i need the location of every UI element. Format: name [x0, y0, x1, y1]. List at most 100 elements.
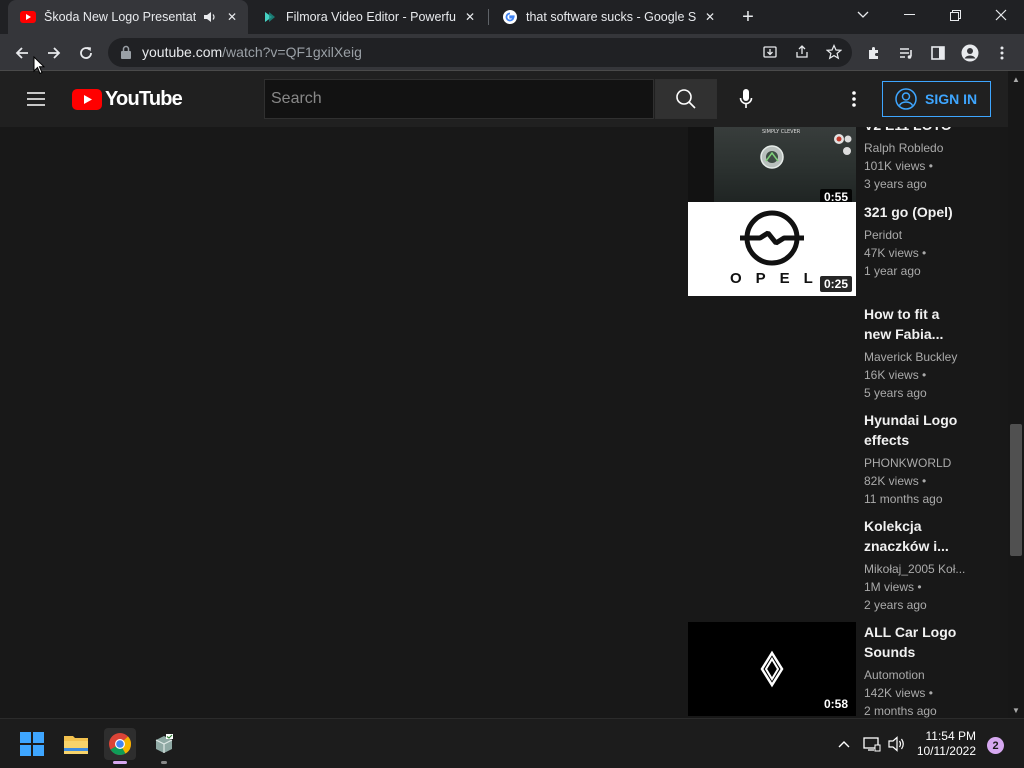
- video-channel[interactable]: Automotion: [864, 666, 968, 684]
- video-thumbnail[interactable]: [688, 410, 856, 504]
- new-tab-button[interactable]: +: [736, 5, 760, 29]
- video-thumbnail[interactable]: [688, 516, 856, 610]
- video-info: Hyundai Logo effects PHONKWORLD 82K view…: [864, 410, 968, 508]
- chrome-taskbar-icon[interactable]: [104, 728, 136, 764]
- video-channel[interactable]: Mikołaj_2005 Koł...: [864, 560, 968, 578]
- youtube-icon: [20, 9, 36, 25]
- share-icon[interactable]: [788, 38, 816, 66]
- file-explorer-icon[interactable]: [60, 728, 92, 760]
- install-app-icon[interactable]: [756, 38, 784, 66]
- google-icon: [502, 9, 518, 25]
- video-age: 2 months ago: [864, 704, 937, 718]
- media-controls-icon[interactable]: [892, 39, 920, 67]
- bookmark-star-icon[interactable]: [820, 38, 848, 66]
- video-title[interactable]: Kolekcja znaczków i...: [864, 516, 968, 556]
- tab-title: that software sucks - Google Search: [526, 10, 696, 24]
- video-thumbnail[interactable]: 0:58: [688, 622, 856, 716]
- clock-time: 11:54 PM: [925, 729, 976, 743]
- recommended-video[interactable]: 0:58 ALL Car Logo Sounds Automotion 142K…: [688, 622, 998, 718]
- back-button[interactable]: [8, 39, 36, 67]
- video-info: V2 E11 LOTO S... Ralph Robledo 101K view…: [864, 127, 968, 193]
- speaker-icon[interactable]: [202, 9, 218, 25]
- video-views: 16K views •: [864, 368, 927, 382]
- video-views: 101K views •: [864, 159, 933, 173]
- scroll-up-arrow-icon[interactable]: ▲: [1008, 71, 1024, 87]
- microphone-icon: [739, 89, 753, 108]
- tab-google[interactable]: that software sucks - Google Search ✕: [490, 0, 726, 34]
- windows-start-icon[interactable]: [16, 728, 48, 760]
- video-info: Kolekcja znaczków i... Mikołaj_2005 Koł.…: [864, 516, 968, 614]
- system-clock[interactable]: 11:54 PM 10/11/2022: [912, 729, 976, 759]
- hamburger-menu-icon[interactable]: [24, 87, 48, 111]
- voice-search-button[interactable]: [732, 85, 760, 113]
- scroll-down-arrow-icon[interactable]: ▼: [1008, 702, 1024, 718]
- video-channel[interactable]: Ralph Robledo: [864, 139, 968, 157]
- video-channel[interactable]: PHONKWORLD: [864, 454, 968, 472]
- tab-title: Škoda New Logo Presentation: [44, 10, 196, 24]
- video-title[interactable]: Hyundai Logo effects: [864, 410, 968, 450]
- settings-menu-icon[interactable]: [840, 85, 868, 113]
- video-title[interactable]: 321 go (Opel): [864, 202, 968, 222]
- tab-filmora[interactable]: Filmora Video Editor - Powerful Video Ed…: [250, 0, 486, 34]
- video-duration: 0:25: [819, 276, 852, 292]
- page-scrollbar[interactable]: [1008, 71, 1024, 718]
- scrollbar-thumb[interactable]: [1010, 424, 1022, 556]
- video-thumbnail[interactable]: OPEL 0:25: [688, 202, 856, 296]
- opel-wordmark: OPEL: [730, 270, 827, 287]
- video-age: 5 years ago: [864, 386, 927, 400]
- mouse-cursor-icon: [33, 56, 45, 75]
- search-input[interactable]: Search: [264, 79, 654, 119]
- video-info: 321 go (Opel) Peridot 47K views • 1 year…: [864, 202, 968, 280]
- network-icon[interactable]: [860, 728, 884, 760]
- show-hidden-icons-chevron-icon[interactable]: [830, 728, 858, 760]
- youtube-masthead: YouTube Search SIGN IN: [0, 71, 1008, 127]
- video-views: 142K views •: [864, 686, 933, 700]
- running-app-indicator: [161, 761, 167, 764]
- tab-skoda[interactable]: Škoda New Logo Presentation ✕: [8, 0, 248, 34]
- video-channel[interactable]: Peridot: [864, 226, 968, 244]
- app-installer-icon[interactable]: [148, 728, 180, 764]
- close-icon[interactable]: ✕: [224, 9, 240, 25]
- video-title[interactable]: How to fit a new Fabia...: [864, 304, 968, 344]
- volume-icon[interactable]: [884, 728, 910, 760]
- recommended-video[interactable]: Hyundai Logo effects PHONKWORLD 82K view…: [688, 410, 998, 514]
- youtube-logo[interactable]: YouTube: [72, 87, 183, 111]
- minimize-button[interactable]: [886, 0, 932, 30]
- close-icon[interactable]: ✕: [462, 9, 478, 25]
- chrome-menu-icon[interactable]: [988, 39, 1016, 67]
- video-title[interactable]: V2 E11 LOTO S...: [864, 127, 968, 135]
- close-icon[interactable]: ✕: [702, 9, 718, 25]
- recommended-video[interactable]: Kolekcja znaczków i... Mikołaj_2005 Koł.…: [688, 516, 998, 620]
- youtube-logo-text: YouTube: [105, 87, 183, 110]
- video-age: 1 year ago: [864, 264, 921, 278]
- tab-title: Filmora Video Editor - Powerful Video Ed…: [286, 10, 456, 24]
- video-thumbnail[interactable]: [688, 304, 856, 398]
- reload-button[interactable]: [72, 39, 100, 67]
- search-button[interactable]: [655, 79, 717, 119]
- video-age: 3 years ago: [864, 177, 927, 191]
- profile-avatar-icon[interactable]: [956, 39, 984, 67]
- video-views: 82K views •: [864, 474, 927, 488]
- youtube-play-icon: [72, 88, 102, 110]
- sign-in-button[interactable]: SIGN IN: [882, 81, 991, 117]
- close-window-button[interactable]: [978, 0, 1024, 30]
- account-icon: [895, 88, 917, 110]
- notification-badge[interactable]: 2: [987, 737, 1004, 754]
- side-panel-icon[interactable]: [924, 39, 952, 67]
- lock-icon[interactable]: [120, 45, 134, 59]
- video-channel[interactable]: Maverick Buckley: [864, 348, 968, 366]
- recommended-video[interactable]: OPEL 0:25 321 go (Opel) Peridot 47K view…: [688, 202, 998, 302]
- search-icon: [676, 89, 696, 109]
- watch-page-content: SIMPLY CLEVER 0:55 V2 E11 LOTO S... Ralp…: [0, 127, 1008, 718]
- tab-strip: Škoda New Logo Presentation ✕ Filmora Vi…: [0, 0, 1024, 34]
- restore-button[interactable]: [932, 0, 978, 30]
- extensions-icon[interactable]: [860, 39, 888, 67]
- video-views: 47K views •: [864, 246, 927, 260]
- recommended-video[interactable]: How to fit a new Fabia... Maverick Buckl…: [688, 304, 998, 408]
- video-info: How to fit a new Fabia... Maverick Buckl…: [864, 304, 968, 402]
- video-age: 2 years ago: [864, 598, 927, 612]
- video-thumbnail[interactable]: SIMPLY CLEVER 0:55: [688, 127, 856, 209]
- video-title[interactable]: ALL Car Logo Sounds: [864, 622, 968, 662]
- address-bar[interactable]: youtube.com/watch?v=QF1gxilXeig: [108, 38, 852, 67]
- tab-search-chevron-icon[interactable]: [840, 0, 886, 30]
